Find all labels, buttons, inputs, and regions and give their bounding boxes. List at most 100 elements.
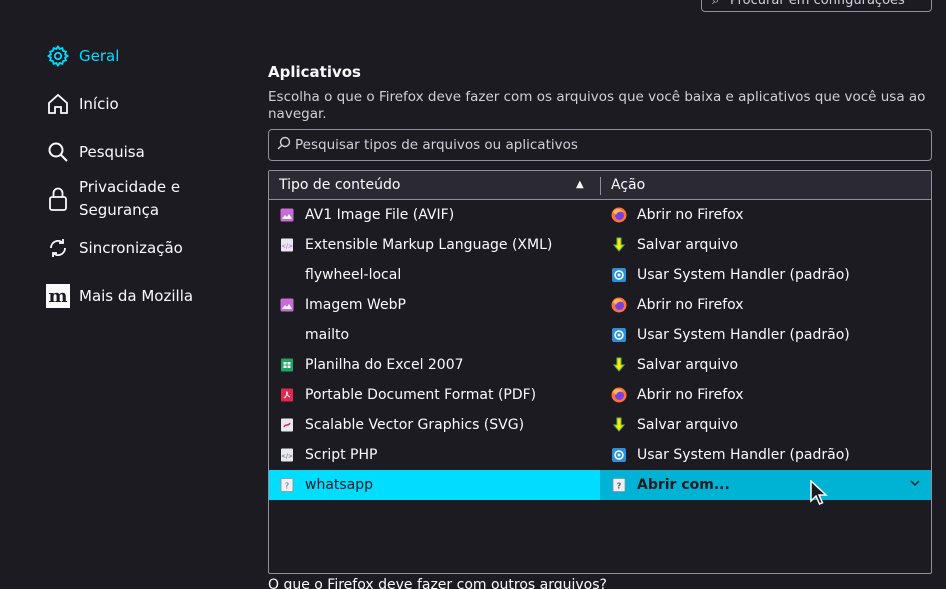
action-cell: Usar System Handler (padrão): [611, 260, 931, 290]
content-type-cell: Imagem WebP: [279, 290, 599, 320]
home-icon: [44, 90, 72, 118]
svg-text:?: ?: [285, 482, 289, 491]
section-title: Aplicativos: [268, 63, 361, 81]
table-body: AV1 Image File (AVIF) Abrir no Firefox </>…: [269, 200, 931, 500]
content-type-cell: </> Script PHP: [279, 440, 599, 470]
spreadsheet-file-icon: [279, 357, 295, 373]
table-row[interactable]: flywheel-local Usar System Handler (padrã…: [269, 260, 931, 290]
action-label: Usar System Handler (padrão): [637, 267, 850, 283]
content-type-label: Portable Document Format (PDF): [305, 387, 537, 403]
pdf-file-icon: [279, 387, 295, 403]
action-cell: Abrir no Firefox: [611, 200, 931, 230]
action-label: Salvar arquivo: [637, 237, 739, 253]
content-type-label: Script PHP: [305, 447, 378, 463]
table-row[interactable]: </> Extensible Markup Language (XML) Salva…: [269, 230, 931, 260]
table-row[interactable]: </> Script PHP Usar System Handler (padrão…: [269, 440, 931, 470]
mouse-cursor-icon: [810, 479, 828, 510]
search-icon: [44, 138, 72, 166]
lock-icon: [44, 185, 72, 213]
sidebar-item-sincronizacao[interactable]: Sincronização: [44, 234, 183, 262]
table-row[interactable]: Scalable Vector Graphics (SVG) Salvar arq…: [269, 410, 931, 440]
sidebar-item-privacidade[interactable]: Privacidade e Segurança: [44, 176, 180, 222]
content-type-label: flywheel-local: [305, 267, 402, 283]
svg-text:</>: </>: [281, 243, 293, 250]
download-icon: [611, 357, 627, 373]
xml-file-icon: </>: [279, 237, 295, 253]
sidebar-item-label: Início: [79, 95, 119, 113]
content-type-label: whatsapp: [305, 477, 374, 493]
action-cell: Usar System Handler (padrão): [611, 320, 931, 350]
image-file-icon: [279, 207, 295, 223]
table-row[interactable]: mailto Usar System Handler (padrão): [269, 320, 931, 350]
sidebar-item-label: Pesquisa: [79, 143, 145, 161]
action-cell: Salvar arquivo: [611, 410, 931, 440]
sidebar-item-label: Sincronização: [79, 239, 183, 257]
sidebar-item-label: Privacidade e Segurança: [79, 178, 181, 219]
filter-input[interactable]: [295, 137, 895, 153]
unknown-file-icon: ?: [279, 477, 295, 493]
action-label: Usar System Handler (padrão): [637, 327, 850, 343]
download-icon: [611, 237, 627, 253]
search-icon: [277, 136, 291, 154]
gear-icon: [44, 42, 72, 70]
column-divider: [600, 177, 601, 195]
unknown-file-icon: ?: [611, 477, 627, 493]
content-type-cell: AV1 Image File (AVIF): [279, 200, 599, 230]
table-row[interactable]: Planilha do Excel 2007 Salvar arquivo: [269, 350, 931, 380]
action-cell: Salvar arquivo: [611, 230, 931, 260]
applications-table: Tipo de conteúdo ▲ Ação AV1 Image File (…: [268, 170, 932, 574]
action-cell: Usar System Handler (padrão): [611, 440, 931, 470]
content-type-cell: ? whatsapp: [279, 470, 599, 500]
sidebar-item-inicio[interactable]: Início: [44, 90, 119, 118]
content-type-cell: mailto: [279, 320, 599, 350]
action-cell: Abrir no Firefox: [611, 380, 931, 410]
image-file-icon: [279, 297, 295, 313]
column-header-type[interactable]: Tipo de conteúdo: [279, 171, 597, 200]
table-row[interactable]: ? whatsapp? Abrir com...: [269, 470, 931, 500]
system-handler-icon: [611, 447, 627, 463]
content-type-label: Imagem WebP: [305, 297, 406, 313]
action-label: Abrir no Firefox: [637, 207, 744, 223]
content-type-cell: flywheel-local: [279, 260, 599, 290]
content-type-label: AV1 Image File (AVIF): [305, 207, 455, 223]
action-label: Usar System Handler (padrão): [637, 447, 850, 463]
content-type-cell: Portable Document Format (PDF): [279, 380, 599, 410]
action-label: Abrir no Firefox: [637, 387, 744, 403]
other-files-heading: O que o Firefox deve fazer com outros ar…: [268, 577, 607, 589]
settings-search-input[interactable]: ⌕ Procurar em configurações: [701, 0, 932, 12]
table-row[interactable]: Portable Document Format (PDF) Abrir no F…: [269, 380, 931, 410]
system-handler-icon: [611, 267, 627, 283]
content-type-label: mailto: [305, 327, 350, 343]
action-label: Abrir com...: [637, 477, 730, 493]
svg-file-icon: [279, 417, 295, 433]
system-handler-icon: [611, 327, 627, 343]
table-row[interactable]: AV1 Image File (AVIF) Abrir no Firefox: [269, 200, 931, 230]
blank-icon: [279, 327, 295, 343]
code-file-icon: </>: [279, 447, 295, 463]
table-row[interactable]: Imagem WebP Abrir no Firefox: [269, 290, 931, 320]
content-type-cell: Scalable Vector Graphics (SVG): [279, 410, 599, 440]
table-header: Tipo de conteúdo ▲ Ação: [269, 171, 931, 200]
action-cell: Salvar arquivo: [611, 350, 931, 380]
sync-icon: [44, 234, 72, 262]
content-type-label: Extensible Markup Language (XML): [305, 237, 553, 253]
sidebar-item-label: Mais da Mozilla: [79, 287, 194, 305]
sidebar-item-geral[interactable]: Geral: [44, 42, 119, 70]
sort-ascending-icon: ▲: [576, 179, 584, 190]
mozilla-icon: m: [44, 282, 72, 310]
chevron-down-icon: [909, 477, 921, 492]
blank-icon: [279, 267, 295, 283]
content-type-cell: </> Extensible Markup Language (XML): [279, 230, 599, 260]
svg-text:</>: </>: [281, 453, 293, 460]
svg-text:?: ?: [617, 482, 622, 491]
column-header-action[interactable]: Ação: [611, 171, 645, 200]
sidebar-item-mozilla[interactable]: m Mais da Mozilla: [44, 282, 193, 310]
search-icon: ⌕: [712, 0, 720, 8]
sidebar-item-pesquisa[interactable]: Pesquisa: [44, 138, 145, 166]
action-dropdown[interactable]: ? Abrir com...: [611, 470, 931, 500]
settings-search-placeholder: Procurar em configurações: [730, 0, 905, 8]
content-type-cell: Planilha do Excel 2007: [279, 350, 599, 380]
firefox-icon: [611, 387, 627, 403]
section-description: Escolha o que o Firefox deve fazer com o…: [268, 89, 926, 122]
sidebar-item-label: Geral: [79, 47, 120, 65]
